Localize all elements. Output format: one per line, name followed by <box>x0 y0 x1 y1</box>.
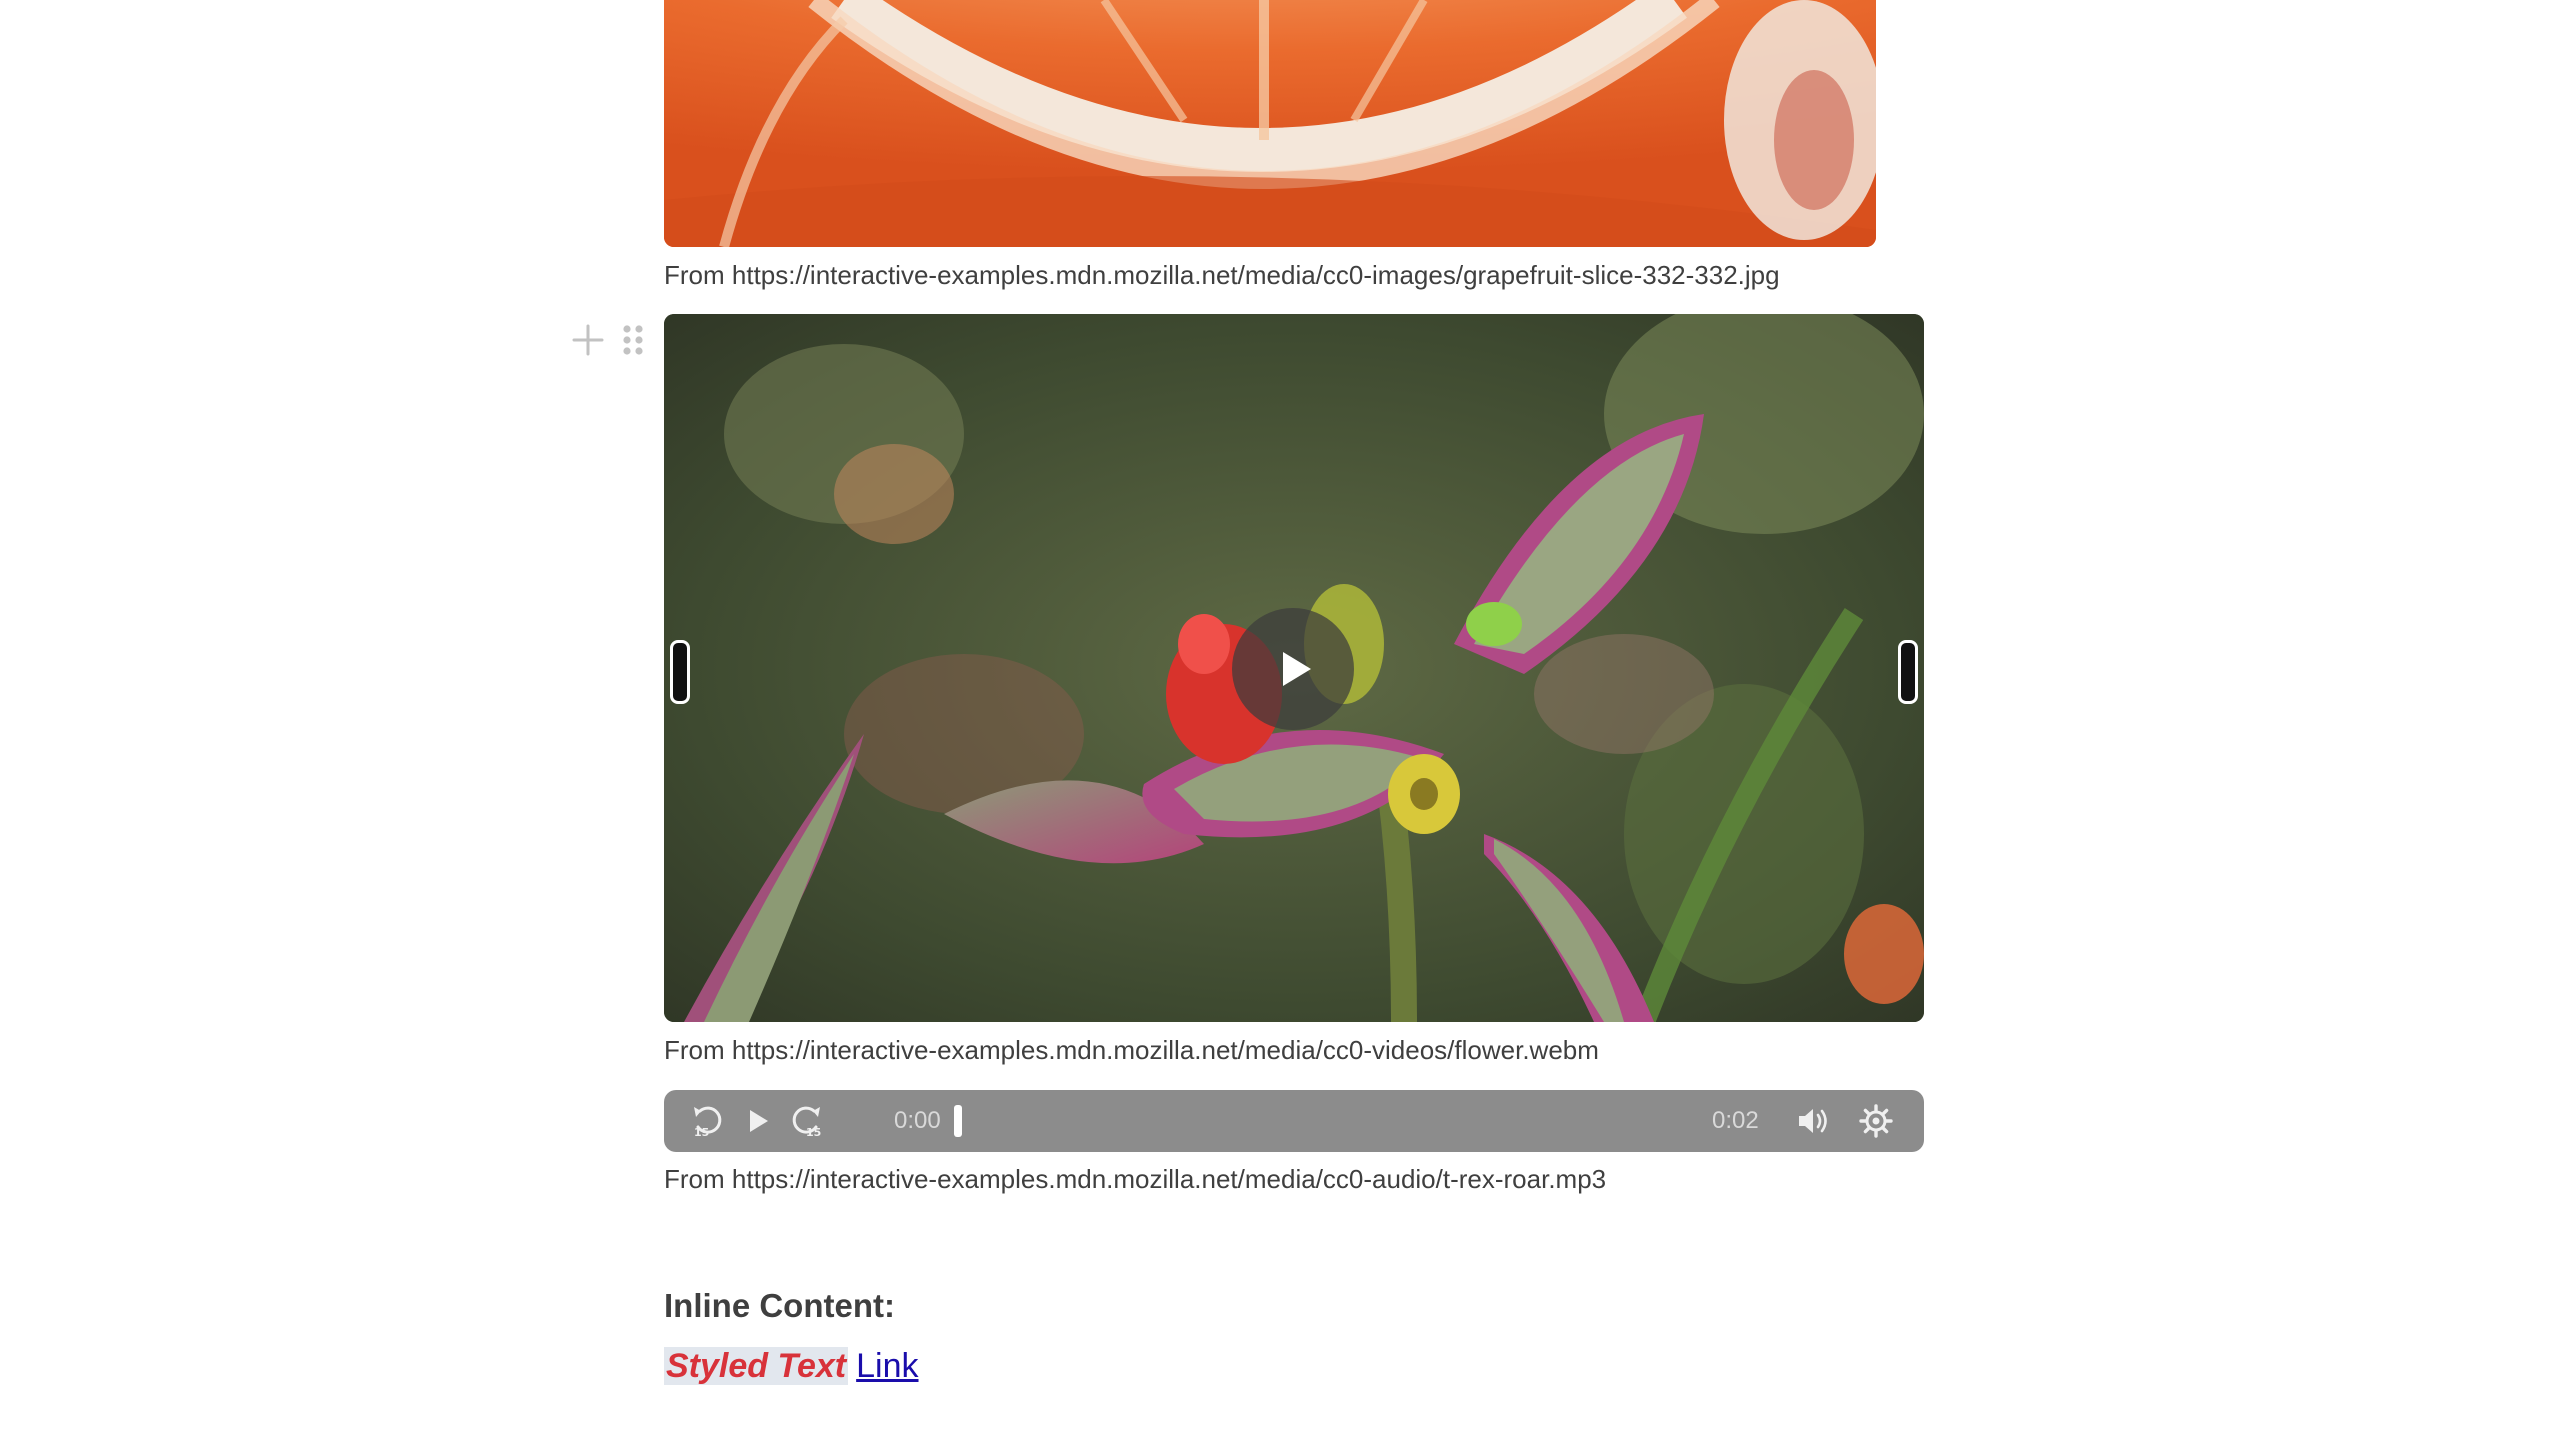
image-caption: From https://interactive-examples.mdn.mo… <box>664 260 1780 290</box>
audio-progress-slider[interactable] <box>954 1103 1684 1139</box>
rewind-15-button[interactable]: 15 <box>688 1101 728 1141</box>
svg-text:15: 15 <box>806 1126 821 1139</box>
block-side-menu <box>570 320 650 360</box>
audio-duration: 0:02 <box>1712 1107 1759 1134</box>
video-caption: From https://interactive-examples.mdn.mo… <box>664 1035 1599 1065</box>
flower-video[interactable] <box>664 314 1924 1022</box>
video-play-button[interactable] <box>1232 608 1354 730</box>
video-resize-handle-left[interactable] <box>670 640 690 704</box>
styled-text: Styled Text <box>664 1347 849 1385</box>
svg-text:15: 15 <box>694 1126 709 1139</box>
forward-15-button[interactable]: 15 <box>786 1101 826 1141</box>
inline-content-row: Styled Text Link <box>664 1344 919 1388</box>
settings-gear-icon <box>1859 1104 1893 1138</box>
audio-progress-thumb[interactable] <box>954 1105 962 1137</box>
inline-link[interactable]: Link <box>856 1347 918 1385</box>
audio-caption: From https://interactive-examples.mdn.mo… <box>664 1164 1607 1194</box>
video-resize-handle-right[interactable] <box>1898 640 1918 704</box>
volume-button[interactable] <box>1792 1101 1832 1141</box>
grapefruit-image-art <box>664 0 1876 247</box>
play-icon <box>750 1110 768 1132</box>
play-icon <box>1283 652 1311 686</box>
audio-play-button[interactable] <box>738 1101 778 1141</box>
inline-content-heading: Inline Content: <box>664 1287 895 1324</box>
editor-canvas: From https://interactive-examples.mdn.mo… <box>0 0 2560 1440</box>
rewind-15-icon: 15 <box>694 1106 722 1139</box>
grapefruit-image[interactable] <box>664 0 1876 247</box>
forward-15-icon: 15 <box>792 1106 821 1139</box>
audio-player: 15 15 0:00 0:02 <box>664 1090 1924 1152</box>
settings-button[interactable] <box>1856 1101 1896 1141</box>
audio-current-time: 0:00 <box>894 1107 941 1134</box>
volume-icon <box>1799 1109 1827 1133</box>
drag-handle-icon[interactable] <box>622 324 644 356</box>
plus-icon[interactable] <box>570 322 606 358</box>
